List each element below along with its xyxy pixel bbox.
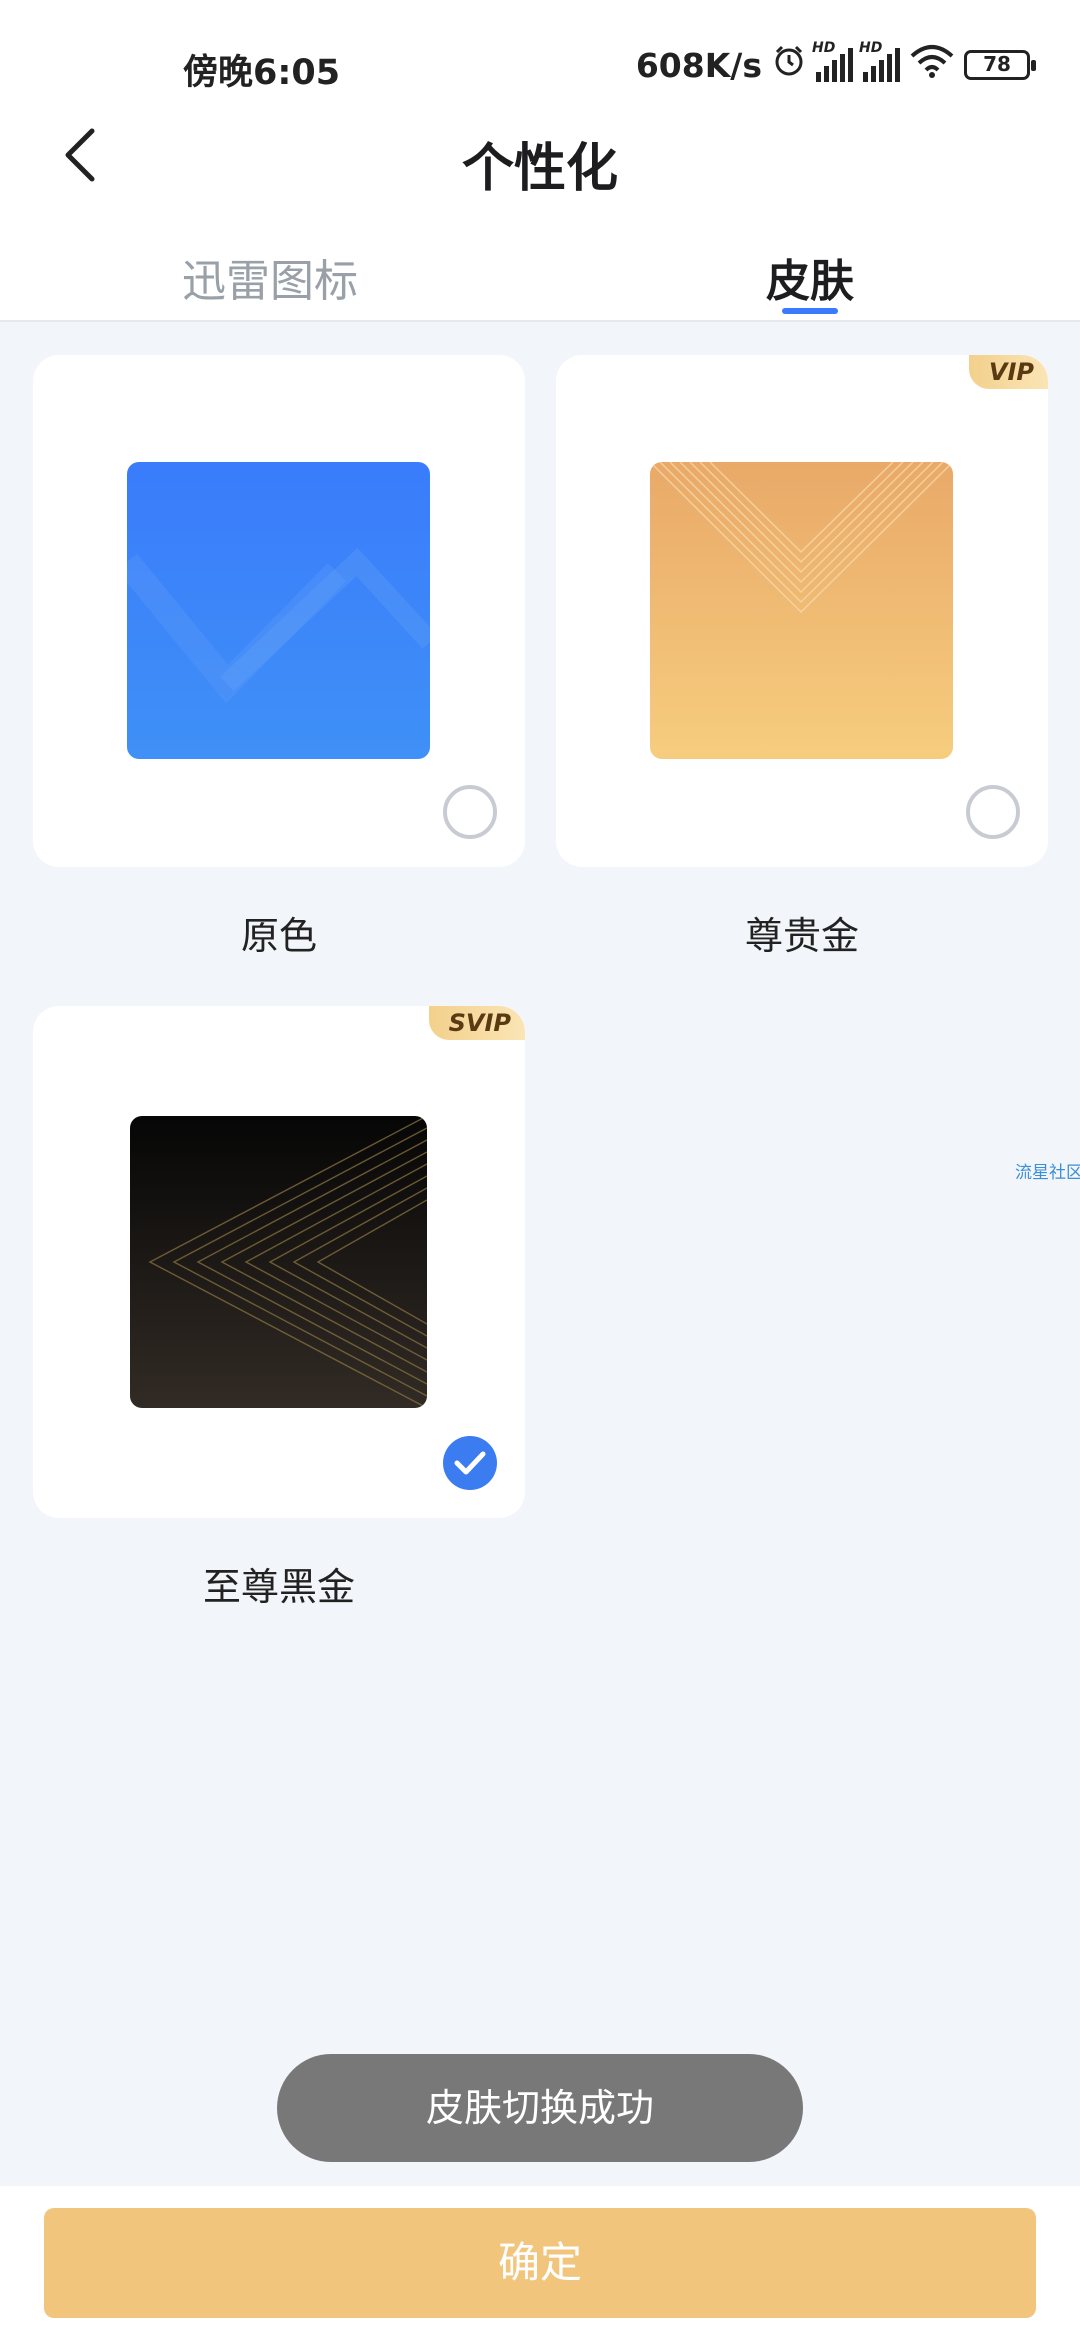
top-area: 傍晚6:05 608K/s HD HD 78 个性化 迅雷图标 皮肤 <box>0 0 1080 322</box>
skin-radio-gold[interactable] <box>966 785 1020 839</box>
page-title: 个性化 <box>461 139 618 199</box>
signal-icon: HD <box>859 40 900 82</box>
skin-name-gold: 尊贵金 <box>744 914 859 958</box>
tab-xunlei-icons[interactable]: 迅雷图标 <box>182 245 358 309</box>
check-icon <box>454 1451 486 1475</box>
tab-indicator <box>782 308 838 314</box>
svip-badge: SVIP <box>428 1006 525 1040</box>
bottom-bar: 确定 <box>0 2186 1080 2340</box>
hd-label: HD <box>812 40 836 56</box>
toast-message: 皮肤切换成功 <box>277 2054 803 2162</box>
confirm-button[interactable]: 确定 <box>44 2208 1036 2318</box>
status-icons: 608K/s HD HD 78 <box>635 40 1036 90</box>
status-time: 傍晚6:05 <box>183 53 341 93</box>
skin-card-gold[interactable]: VIP <box>556 355 1048 867</box>
skin-radio-black-gold[interactable] <box>443 1436 497 1490</box>
network-speed: 608K/s <box>635 45 762 85</box>
skin-card-black-gold[interactable]: SVIP <box>33 1006 525 1518</box>
watermark: 流星社区 <box>1015 1163 1080 1183</box>
tab-skin[interactable]: 皮肤 <box>766 245 854 309</box>
battery-icon: 78 <box>964 50 1036 80</box>
hd-label: HD <box>859 40 883 56</box>
skin-preview-gold <box>650 462 953 759</box>
vip-badge: VIP <box>968 355 1048 389</box>
alarm-icon <box>772 44 806 86</box>
wifi-icon <box>910 44 954 86</box>
skin-preview-original <box>127 462 430 759</box>
skin-name-black-gold: 至尊黑金 <box>202 1565 355 1609</box>
skin-radio-original[interactable] <box>443 785 497 839</box>
signal-icon: HD <box>812 40 853 82</box>
skin-preview-black-gold <box>130 1116 427 1408</box>
skin-name-original: 原色 <box>240 914 317 958</box>
skin-card-original[interactable] <box>33 355 525 867</box>
